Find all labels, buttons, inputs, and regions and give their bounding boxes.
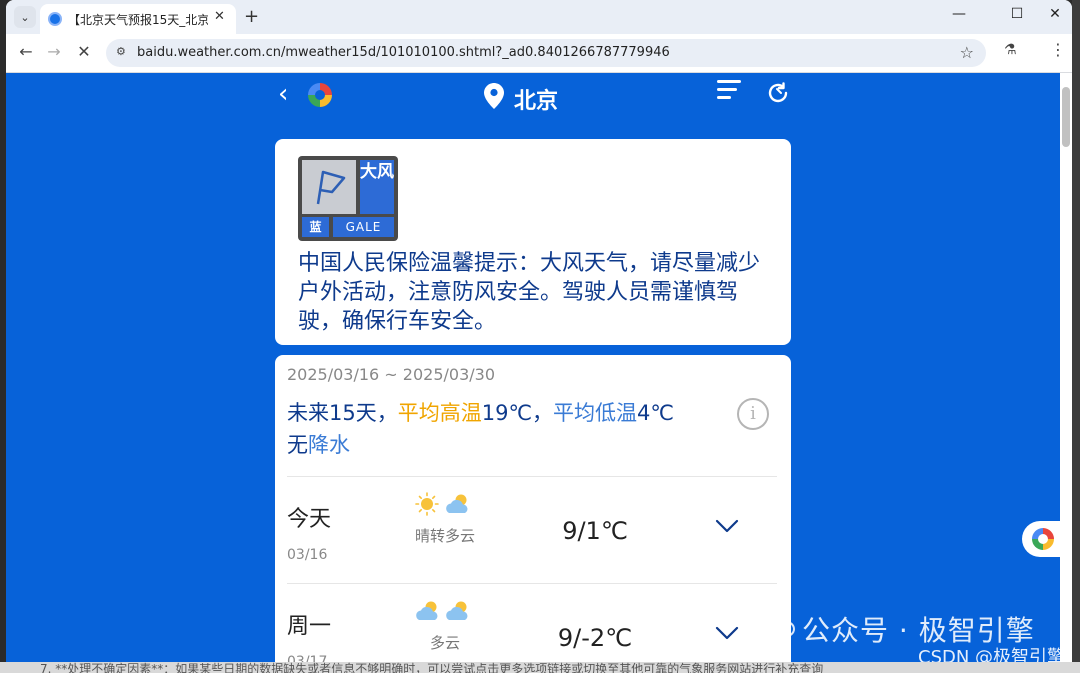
gale-alert-badge: 大风 蓝 GALE — [298, 156, 398, 241]
browser-toolbar: ← → ✕ ⚙ baidu.weather.com.cn/mweather15d… — [6, 34, 1072, 73]
url-text[interactable]: baidu.weather.com.cn/mweather15d/1010101… — [137, 45, 670, 60]
background-document: 7. **处理不确定因素**：如果某些日期的数据缺失或者信息不够明确时，可以尝试… — [0, 662, 1080, 673]
tab-favicon-icon — [48, 12, 62, 26]
site-info-icon[interactable]: ⚙ — [116, 45, 130, 59]
chevron-down-icon[interactable] — [715, 626, 739, 640]
stop-loading-icon[interactable]: ✕ — [72, 42, 96, 61]
weather-header: ‹ 北京 — [274, 73, 794, 123]
forecast-card: 2025/03/16 ~ 2025/03/30 未来15天，平均高温19℃，平均… — [275, 355, 791, 662]
csdn-watermark-text: CSDN @极智引擎 — [918, 647, 1066, 662]
location-pin-icon — [484, 83, 504, 109]
menu-list-icon[interactable] — [717, 80, 741, 104]
bookmark-star-icon[interactable]: ☆ — [960, 43, 974, 62]
partly-cloudy-icon — [446, 494, 468, 513]
forecast-row-monday[interactable]: 周一 03/17 多云 9/-2℃ — [275, 584, 791, 662]
tab-active[interactable]: 【北京天气预报15天_北京天气 ✕ — [40, 4, 236, 34]
forecast-condition: 晴转多云 — [414, 527, 475, 545]
forecast-date-range: 2025/03/16 ~ 2025/03/30 — [287, 365, 496, 384]
avg-low-value: 4℃ — [637, 401, 674, 425]
forecast-day: 今天 — [287, 507, 332, 532]
alert-type-label: 大风 — [360, 160, 394, 214]
tab-search-button[interactable]: ⌄ — [14, 6, 36, 28]
weather-icons — [416, 601, 468, 620]
weather-icons — [415, 492, 468, 516]
chevron-down-icon[interactable] — [715, 519, 739, 533]
forecast-temp: 9/-2℃ — [557, 624, 633, 652]
forecast-date: 03/16 — [287, 547, 328, 563]
forecast-temp: 9/1℃ — [562, 517, 628, 545]
page-scrollbar[interactable] — [1060, 73, 1072, 662]
forecast-date: 03/17 — [287, 654, 328, 662]
avg-high-value: 19℃， — [481, 401, 554, 425]
new-tab-button[interactable]: + — [244, 6, 259, 27]
summary-prefix: 未来15天， — [287, 401, 398, 425]
browser-menu-icon[interactable]: ⋮ — [1050, 40, 1066, 59]
partly-cloudy-icon — [446, 601, 468, 620]
avg-low-label: 平均低温 — [553, 401, 638, 425]
forecast-condition: 多云 — [429, 634, 460, 652]
address-bar[interactable]: ⚙ baidu.weather.com.cn/mweather15d/10101… — [106, 39, 986, 67]
close-window-button[interactable]: ✕ — [1040, 6, 1070, 22]
floating-weather-logo-icon[interactable] — [1022, 521, 1062, 557]
lab-flask-icon[interactable]: ⚗ — [1004, 42, 1017, 58]
tab-bar: ⌄ 【北京天气预报15天_北京天气 ✕ + — ☐ ✕ — [6, 0, 1072, 34]
tab-title: 【北京天气预报15天_北京天气 — [68, 13, 208, 27]
web-page: ‹ 北京 大风 蓝 GALE 中国人民保险温馨提示：大风天气，请尽量减少户外活动… — [6, 73, 1072, 662]
no-precip-prefix: 无 — [287, 433, 308, 457]
avg-high-label: 平均高温 — [397, 401, 482, 425]
alert-english-label: GALE — [333, 217, 394, 237]
weather-logo-icon[interactable] — [308, 83, 332, 107]
alert-message: 中国人民保险温馨提示：大风天气，请尽量减少户外活动，注意防风安全。驾驶人员需谨慎… — [298, 251, 761, 334]
minimize-button[interactable]: — — [944, 6, 974, 22]
city-name[interactable]: 北京 — [514, 83, 558, 115]
forecast-day: 周一 — [287, 614, 332, 639]
tab-close-icon[interactable]: ✕ — [214, 9, 225, 24]
browser-window: ⌄ 【北京天气预报15天_北京天气 ✕ + — ☐ ✕ ← → ✕ ⚙ baid… — [6, 0, 1072, 662]
precip-label: 降水 — [308, 433, 350, 457]
page-back-icon[interactable]: ‹ — [278, 79, 288, 109]
info-icon[interactable]: i — [737, 398, 769, 430]
weather-alert-card[interactable]: 大风 蓝 GALE 中国人民保险温馨提示：大风天气，请尽量减少户外活动，注意防风… — [275, 139, 791, 345]
refresh-icon[interactable] — [766, 81, 790, 105]
wechat-watermark-icon — [763, 614, 795, 638]
partly-cloudy-icon — [416, 601, 438, 620]
forward-arrow-icon[interactable]: → — [42, 42, 66, 61]
flag-icon — [302, 160, 356, 214]
alert-level-label: 蓝 — [302, 217, 329, 237]
sun-icon — [415, 492, 439, 516]
forecast-row-today[interactable]: 今天 03/16 晴转多云 9/1℃ — [275, 477, 791, 577]
scrollbar-thumb[interactable] — [1062, 87, 1070, 147]
background-window-strip — [1072, 0, 1080, 673]
background-document-text: 7. **处理不确定因素**：如果某些日期的数据缺失或者信息不够明确时，可以尝试… — [40, 662, 824, 673]
forecast-summary: 未来15天，平均高温19℃，平均低温4℃ 无降水 — [287, 397, 737, 461]
back-arrow-icon[interactable]: ← — [14, 42, 38, 61]
maximize-button[interactable]: ☐ — [1002, 6, 1032, 22]
